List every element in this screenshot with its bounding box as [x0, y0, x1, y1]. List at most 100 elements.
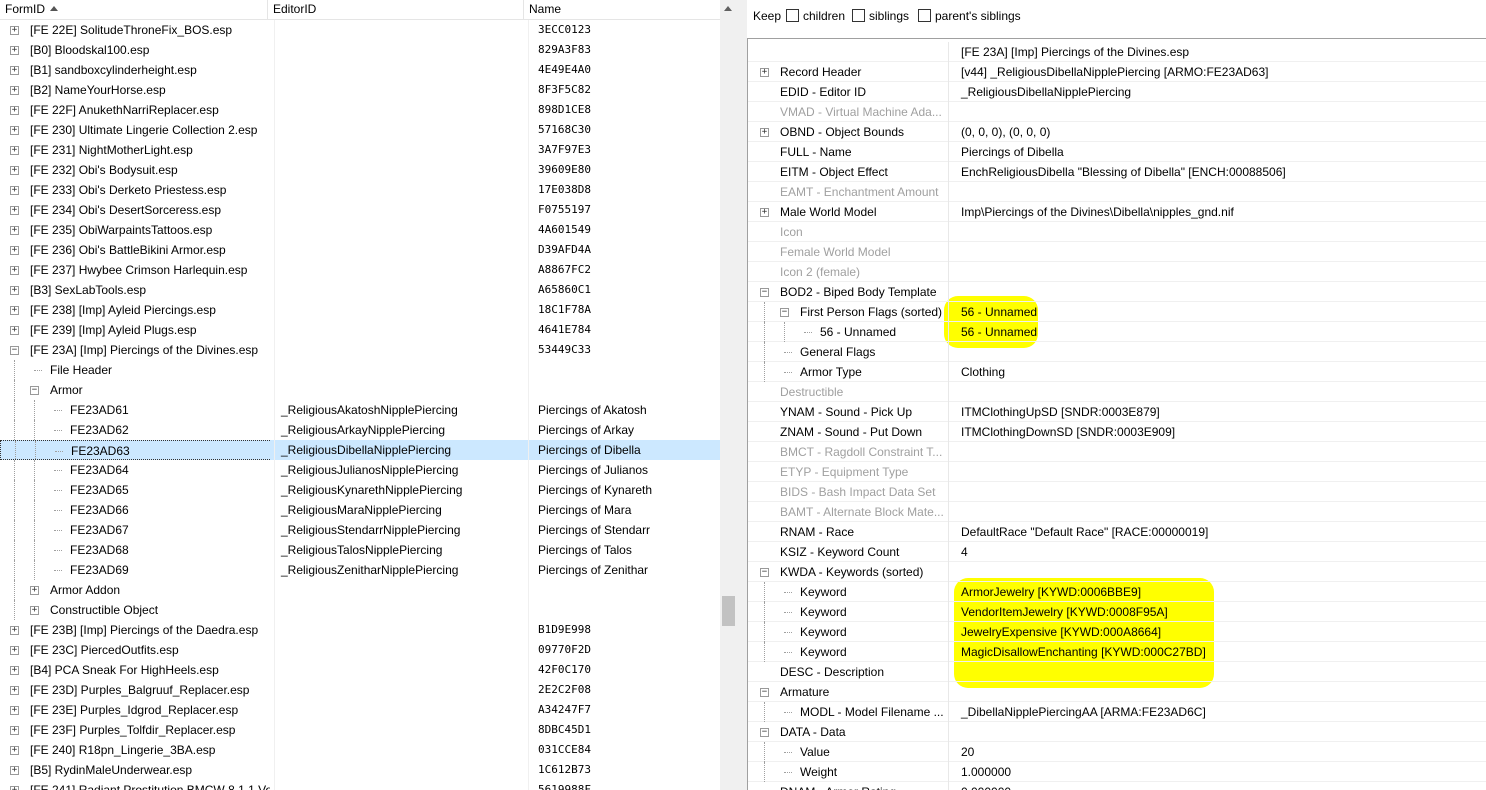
- field-value[interactable]: [948, 682, 1486, 702]
- tree-row[interactable]: FE23AD61 _ReligiousAkatoshNipplePiercing P…: [0, 400, 720, 420]
- scroll-up-arrow-icon[interactable]: [724, 6, 732, 11]
- expand-icon[interactable]: +: [10, 686, 19, 695]
- details-row[interactable]: RNAM - Race DefaultRace "Default Race" [R…: [748, 522, 1486, 542]
- collapse-icon[interactable]: −: [760, 568, 769, 577]
- field-value[interactable]: [v44] _ReligiousDibellaNipplePiercing [A…: [948, 62, 1486, 82]
- field-value[interactable]: (0, 0, 0), (0, 0, 0): [948, 122, 1486, 142]
- field-value[interactable]: Piercings of Dibella: [948, 142, 1486, 162]
- tree-row[interactable]: FE23AD68 _ReligiousTalosNipplePiercing Pie…: [0, 540, 720, 560]
- expand-icon[interactable]: +: [10, 266, 19, 275]
- expand-icon[interactable]: +: [10, 706, 19, 715]
- expand-icon[interactable]: +: [10, 786, 19, 790]
- details-row[interactable]: + OBND - Object Bounds (0, 0, 0), (0, 0, 0…: [748, 122, 1486, 142]
- tree-row[interactable]: + [FE 235] ObiWarpaintsTattoos.esp 4A60154…: [0, 220, 720, 240]
- field-value[interactable]: [948, 502, 1486, 522]
- expand-icon[interactable]: +: [10, 746, 19, 755]
- details-row[interactable]: EITM - Object Effect EnchReligiousDibella…: [748, 162, 1486, 182]
- tree-row[interactable]: + [FE 232] Obi's Bodysuit.esp 39609E80: [0, 160, 720, 180]
- tree-row[interactable]: + [FE 234] Obi's DesertSorceress.esp F0755…: [0, 200, 720, 220]
- details-row[interactable]: FULL - Name Piercings of Dibella: [748, 142, 1486, 162]
- expand-icon[interactable]: +: [10, 766, 19, 775]
- details-row[interactable]: Keyword ArmorJewelry [KYWD:0006BBE9]: [748, 582, 1486, 602]
- tree-row[interactable]: + [FE 23F] Purples_Tolfdir_Replacer.esp 8D…: [0, 720, 720, 740]
- expand-icon[interactable]: +: [10, 26, 19, 35]
- keep-children-checkbox[interactable]: children: [786, 8, 845, 24]
- expand-icon[interactable]: +: [10, 666, 19, 675]
- tree-row[interactable]: + [FE 23D] Purples_Balgruuf_Replacer.esp 2…: [0, 680, 720, 700]
- details-row[interactable]: − First Person Flags (sorted) 56 - Unnamed: [748, 302, 1486, 322]
- tree-row[interactable]: + [FE 238] [Imp] Ayleid Piercings.esp 18C1…: [0, 300, 720, 320]
- field-value[interactable]: ITMClothingUpSD [SNDR:0003E879]: [948, 402, 1486, 422]
- keep-siblings-checkbox[interactable]: siblings: [852, 8, 909, 24]
- expand-icon[interactable]: +: [10, 326, 19, 335]
- column-editorid[interactable]: EditorID: [268, 0, 524, 20]
- details-row[interactable]: − BOD2 - Biped Body Template: [748, 282, 1486, 302]
- tree-row[interactable]: + [FE 230] Ultimate Lingerie Collection 2…: [0, 120, 720, 140]
- details-row[interactable]: YNAM - Sound - Pick Up ITMClothingUpSD [S…: [748, 402, 1486, 422]
- tree-row[interactable]: − Armor: [0, 380, 720, 400]
- details-row[interactable]: Icon: [748, 222, 1486, 242]
- details-row[interactable]: Icon 2 (female): [748, 262, 1486, 282]
- tree-row[interactable]: + [FE 233] Obi's Derketo Priestess.esp 17E…: [0, 180, 720, 200]
- tree-row[interactable]: + [FE 237] Hwybee Crimson Harlequin.esp A8…: [0, 260, 720, 280]
- tree-row[interactable]: + [B1] sandboxcylinderheight.esp 4E49E4A0: [0, 60, 720, 80]
- field-value[interactable]: _DibellaNipplePiercingAA [ARMA:FE23AD6C]: [948, 702, 1486, 722]
- tree-row[interactable]: + [FE 241] Radiant Prostitution BMCW 8.1.…: [0, 780, 720, 790]
- tree-row[interactable]: + [B2] NameYourHorse.esp 8F3F5C82: [0, 80, 720, 100]
- tree-row[interactable]: FE23AD65 _ReligiousKynarethNipplePiercing…: [0, 480, 720, 500]
- expand-icon[interactable]: +: [10, 626, 19, 635]
- tree-row[interactable]: + Armor Addon: [0, 580, 720, 600]
- scrollbar-thumb[interactable]: [722, 596, 735, 626]
- tree-row[interactable]: FE23AD67 _ReligiousStendarrNipplePiercing…: [0, 520, 720, 540]
- tree-row[interactable]: + [B3] SexLabTools.esp A65860C1: [0, 280, 720, 300]
- details-row[interactable]: − KWDA - Keywords (sorted): [748, 562, 1486, 582]
- field-value[interactable]: Imp\Piercings of the Divines\Dibella\nip…: [948, 202, 1486, 222]
- checkbox-box[interactable]: [852, 9, 865, 22]
- details-row[interactable]: DESC - Description: [748, 662, 1486, 682]
- details-row[interactable]: DNAM - Armor Rating 0.000000: [748, 782, 1486, 790]
- details-row[interactable]: Value 20: [748, 742, 1486, 762]
- details-row[interactable]: EAMT - Enchantment Amount: [748, 182, 1486, 202]
- collapse-icon[interactable]: −: [760, 288, 769, 297]
- tree-row[interactable]: FE23AD64 _ReligiousJulianosNipplePiercing…: [0, 460, 720, 480]
- tree-row[interactable]: + [FE 23B] [Imp] Piercings of the Daedra.…: [0, 620, 720, 640]
- tree-row[interactable]: + [FE 239] [Imp] Ayleid Plugs.esp 4641E784: [0, 320, 720, 340]
- details-row[interactable]: KSIZ - Keyword Count 4: [748, 542, 1486, 562]
- tree-vertical-scrollbar[interactable]: [720, 0, 737, 790]
- details-row[interactable]: ZNAM - Sound - Put Down ITMClothingDownSD…: [748, 422, 1486, 442]
- tree-row[interactable]: FE23AD69 _ReligiousZenitharNipplePiercing…: [0, 560, 720, 580]
- expand-icon[interactable]: +: [30, 606, 39, 615]
- tree-row[interactable]: + [B5] RydinMaleUnderwear.esp 1C612B73: [0, 760, 720, 780]
- field-value[interactable]: EnchReligiousDibella "Blessing of Dibell…: [948, 162, 1486, 182]
- details-row[interactable]: Keyword JewelryExpensive [KYWD:000A8664]: [748, 622, 1486, 642]
- checkbox-box[interactable]: [918, 9, 931, 22]
- field-value[interactable]: 56 - Unnamed: [948, 322, 1486, 342]
- tree-row[interactable]: File Header: [0, 360, 720, 380]
- tree-row[interactable]: FE23AD62 _ReligiousArkayNipplePiercing Pie…: [0, 420, 720, 440]
- checkbox-box[interactable]: [786, 9, 799, 22]
- details-row[interactable]: MODL - Model Filename ... _DibellaNippleP…: [748, 702, 1486, 722]
- tree-row-selected[interactable]: FE23AD63 _ReligiousDibellaNipplePiercing P…: [0, 440, 720, 460]
- tree-row[interactable]: + [FE 23E] Purples_Idgrod_Replacer.esp A34…: [0, 700, 720, 720]
- field-value[interactable]: [948, 562, 1486, 582]
- field-value[interactable]: [948, 282, 1486, 302]
- tree-row[interactable]: + Constructible Object: [0, 600, 720, 620]
- tree-row[interactable]: + [FE 240] R18pn_Lingerie_3BA.esp 031CCE84: [0, 740, 720, 760]
- expand-icon[interactable]: +: [10, 46, 19, 55]
- field-value[interactable]: VendorItemJewelry [KYWD:0008F95A]: [948, 602, 1486, 622]
- details-row[interactable]: BIDS - Bash Impact Data Set: [748, 482, 1486, 502]
- details-row[interactable]: − Armature: [748, 682, 1486, 702]
- expand-icon[interactable]: +: [10, 186, 19, 195]
- expand-icon[interactable]: +: [10, 286, 19, 295]
- tree-row[interactable]: + [FE 22E] SolitudeThroneFix_BOS.esp 3ECC0…: [0, 20, 720, 40]
- field-value[interactable]: JewelryExpensive [KYWD:000A8664]: [948, 622, 1486, 642]
- collapse-icon[interactable]: −: [760, 728, 769, 737]
- field-value[interactable]: 56 - Unnamed: [948, 302, 1486, 322]
- field-value[interactable]: [948, 342, 1486, 362]
- details-row[interactable]: BMCT - Ragdoll Constraint T...: [748, 442, 1486, 462]
- expand-icon[interactable]: +: [10, 206, 19, 215]
- field-value[interactable]: [948, 102, 1486, 122]
- column-name[interactable]: Name: [524, 0, 720, 20]
- expand-icon[interactable]: +: [10, 126, 19, 135]
- expand-icon[interactable]: +: [10, 306, 19, 315]
